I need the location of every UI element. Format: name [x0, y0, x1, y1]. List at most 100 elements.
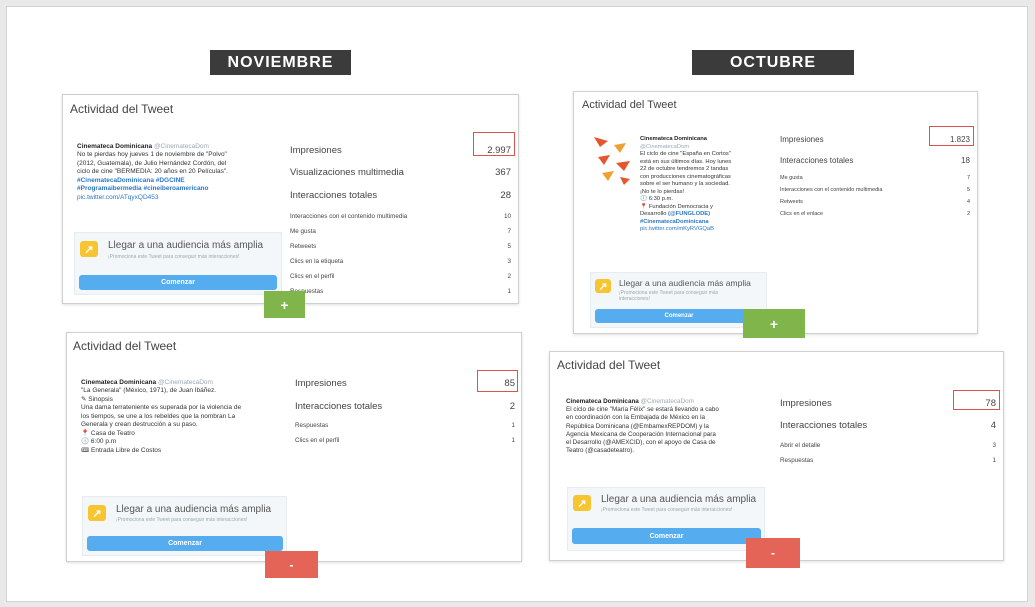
tweet-text-line: el Desarrollo (@AMEXCID), con el apoyo d…	[566, 438, 716, 446]
metric-row: Respuestas 1	[780, 457, 996, 464]
hashtag-line[interactable]: #CinematecaDominicana	[640, 219, 765, 227]
metric-row: Interacciones totales 2	[295, 401, 515, 412]
poster-graphic	[594, 137, 630, 185]
promote-title: Llegar a una audiencia más amplia	[601, 494, 757, 505]
metric-row: Me gusta 7	[780, 175, 970, 181]
tweet-media-link[interactable]: pic.twitter.com/ATqyxQD453	[77, 194, 277, 202]
collapse-button[interactable]: -	[746, 538, 800, 568]
metric-row: Interacciones con el contenido multimedi…	[780, 187, 970, 193]
tweet-text-line: 📍 Fundación Democracia y	[640, 203, 713, 210]
metric-value: 367	[495, 167, 511, 178]
tweet-activity-card-oct-1: Actividad del Tweet Cinemateca Dominican…	[573, 91, 978, 334]
tweet-media-link[interactable]: pic.twitter.com/mKyRVGQaB	[640, 226, 765, 234]
banner-octubre: OCTUBRE	[692, 50, 854, 75]
metric-value: 10	[503, 213, 511, 220]
metric-label: Impresiones	[780, 135, 824, 144]
tweet-text-line: (2012, Guatemala), de Julio Hernández Co…	[77, 159, 227, 167]
tweet-handle[interactable]: @CinematecaDom	[641, 398, 694, 405]
promote-box: ↗ Llegar a una audiencia más amplia ¡Pro…	[567, 487, 765, 551]
hashtag-line[interactable]: #CinematecaDominicana #DGCINE	[77, 177, 277, 185]
metric-value: 1	[511, 422, 515, 429]
card-title: Actividad del Tweet	[73, 339, 177, 353]
metric-label: Interacciones con el contenido multimedi…	[780, 187, 883, 193]
metric-row: Interacciones totales 28	[290, 190, 511, 201]
metric-label: Respuestas	[295, 422, 329, 429]
tweet-author[interactable]: Cinemateca Dominicana	[640, 136, 765, 144]
metric-value: 3	[992, 442, 996, 449]
metric-value: 18	[961, 156, 970, 165]
tweet-text-line: República Dominicana (@EmbamexREPDOM) y …	[566, 422, 709, 430]
metric-label: Clics en el perfil	[290, 273, 335, 280]
promote-arrow-icon: ↗	[573, 495, 591, 511]
tweet-author[interactable]: Cinemateca Dominicana	[566, 398, 639, 405]
card-title: Actividad del Tweet	[582, 99, 677, 111]
promote-subtitle: ¡Promociona este Tweet para conseguir má…	[108, 254, 240, 260]
impressions-highlight	[473, 132, 515, 156]
metric-label: Clics en la etiqueta	[290, 258, 344, 265]
start-button[interactable]: Comenzar	[572, 528, 761, 544]
tweet-author[interactable]: Cinemateca Dominicana	[77, 143, 152, 150]
collapse-button[interactable]: -	[265, 551, 318, 578]
tweet-text-line: 🎟 Entrada Libre de Costos	[81, 446, 162, 454]
tweet-handle[interactable]: @CinematecaDom	[640, 144, 765, 152]
tweet-text-line: está en sus últimos días. Hoy lunes	[640, 158, 732, 165]
tweet-text-line: El ciclo de cine "María Félix" se estará…	[566, 406, 719, 414]
metric-value: 5	[507, 243, 511, 250]
metric-row: Respuestas 1	[290, 288, 511, 295]
tweet-preview: Cinemateca Dominicana @CinematecaDom El …	[566, 398, 776, 455]
metric-row: Interacciones totales 18	[780, 156, 970, 165]
metric-row: Abrir el detalle 3	[780, 442, 996, 449]
tweet-activity-card-nov-1: Actividad del Tweet Cinemateca Dominican…	[62, 94, 519, 304]
metric-label: Respuestas	[780, 457, 814, 464]
metric-value: 2	[966, 211, 970, 217]
tweet-text-line: Agencia Mexicana de Cooperación Internac…	[566, 430, 716, 438]
promote-box: ↗ Llegar a una audiencia más amplia ¡Pro…	[590, 272, 767, 328]
tweet-text-line: 🕕 6:30 p.m.	[640, 196, 673, 203]
tweet-text-line: "La Generala" (México, 1971), de Juan Ib…	[81, 387, 217, 395]
tweet-media-thumbnail[interactable]	[590, 133, 634, 188]
tweet-preview: Cinemateca Dominicana @CinematecaDom No …	[77, 143, 277, 202]
tweet-text-line: El ciclo de cine "España en Cortos"	[640, 151, 731, 158]
metric-label: Interacciones totales	[290, 190, 378, 201]
tweet-activity-card-oct-2: Actividad del Tweet Cinemateca Dominican…	[549, 351, 1004, 561]
metric-value: 1	[507, 288, 511, 295]
tweet-author[interactable]: Cinemateca Dominicana	[81, 379, 156, 386]
metric-value: 5	[966, 187, 970, 193]
start-button[interactable]: Comenzar	[87, 536, 283, 551]
tweet-text-line: con producciones cinematográficas	[640, 173, 731, 180]
promote-title: Llegar a una audiencia más amplia	[108, 240, 264, 251]
tweet-text-line: 🕕 6:00 p.m	[81, 438, 117, 446]
card-title: Actividad del Tweet	[70, 102, 174, 116]
slide: NOVIEMBRE OCTUBRE Actividad del Tweet Ci…	[6, 6, 1028, 602]
metric-row: Interacciones totales 4	[780, 420, 996, 431]
hashtag-line[interactable]: #Programaibermedia #cineiberoamericano	[77, 185, 277, 193]
expand-button[interactable]: +	[264, 291, 305, 318]
metric-value: 2	[509, 401, 515, 412]
start-button[interactable]: Comenzar	[595, 309, 763, 323]
metric-label: Clics en el enlace	[780, 211, 824, 217]
mention-link[interactable]: (@FUNGLODE)	[668, 211, 710, 217]
tweet-handle[interactable]: @CinematecaDom	[158, 379, 213, 386]
metric-value: 4	[990, 420, 996, 431]
metric-value: 3	[507, 258, 511, 265]
impressions-highlight	[929, 126, 974, 146]
expand-button[interactable]: +	[743, 309, 805, 338]
metric-value: 7	[507, 228, 511, 235]
promote-title: Llegar a una audiencia más amplia	[116, 504, 272, 515]
tweet-handle[interactable]: @CinematecaDom	[154, 143, 209, 150]
metric-label: Impresiones	[290, 145, 342, 156]
metric-row: Clics en la etiqueta 3	[290, 258, 511, 265]
metric-label: Me gusta	[290, 228, 316, 235]
metric-row: Visualizaciones multimedia 367	[290, 167, 511, 178]
metric-value: 28	[500, 190, 511, 201]
metric-label: Me gusta	[780, 175, 803, 181]
metric-row: Clics en el enlace 2	[780, 211, 970, 217]
promote-subtitle: ¡Promociona este Tweet para conseguir má…	[619, 290, 719, 302]
start-button[interactable]: Comenzar	[79, 275, 277, 290]
metric-label: Retweets	[290, 243, 317, 250]
tweet-text-line: ciclo de cine "BERMEDIA: 20 años en 20 P…	[77, 168, 228, 176]
metric-value: 1	[511, 437, 515, 444]
tweet-text-line: No te pierdas hoy jueves 1 de noviembre …	[77, 151, 227, 159]
tweet-preview: Cinemateca Dominicana @CinematecaDom "La…	[81, 379, 286, 455]
metric-row: Me gusta 7	[290, 228, 511, 235]
